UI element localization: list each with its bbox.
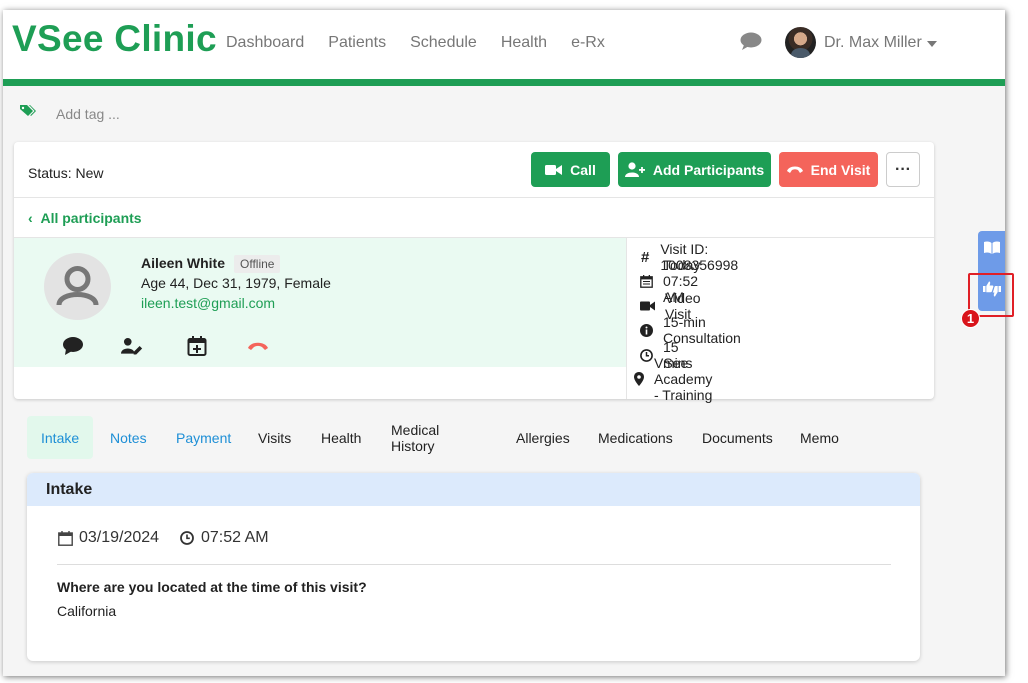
- nav-dashboard[interactable]: Dashboard: [226, 34, 304, 52]
- clock-icon: [640, 347, 653, 363]
- message-icon[interactable]: [62, 336, 84, 356]
- visit-location-row: VSee Academy - Training: [634, 355, 718, 403]
- end-visit-button[interactable]: End Visit: [779, 152, 878, 187]
- intake-question: Where are you located at the time of thi…: [57, 579, 367, 595]
- more-options-button[interactable]: ···: [886, 152, 920, 187]
- calendar-plus-icon[interactable]: [186, 336, 208, 356]
- intake-header: Intake: [27, 473, 920, 506]
- call-button-label: Call: [570, 161, 596, 178]
- tab-medications[interactable]: Medications: [584, 416, 687, 459]
- app-window: VSee Clinic Dashboard Patients Schedule …: [3, 10, 1005, 676]
- hash-icon: #: [640, 248, 650, 266]
- all-participants-link[interactable]: ‹ All participants: [28, 210, 142, 226]
- nav-patients[interactable]: Patients: [328, 34, 386, 52]
- add-participants-label: Add Participants: [652, 161, 765, 178]
- patient-avatar: [44, 253, 111, 320]
- tab-visits[interactable]: Visits: [244, 416, 305, 459]
- tags-icon: [20, 105, 36, 116]
- visit-type-row: Video Visit: [640, 290, 702, 322]
- nav-erx[interactable]: e-Rx: [571, 34, 605, 52]
- annotation-marker: 1: [961, 309, 980, 328]
- tab-notes[interactable]: Notes: [96, 416, 161, 459]
- user-menu-caret-icon[interactable]: [927, 41, 937, 47]
- tab-health[interactable]: Health: [307, 416, 375, 459]
- chat-icon[interactable]: [740, 32, 762, 50]
- book-icon[interactable]: [984, 241, 1000, 254]
- add-tag-input[interactable]: Add tag ...: [56, 106, 120, 122]
- user-name[interactable]: Dr. Max Miller: [824, 34, 922, 52]
- intake-card: Intake 03/19/2024 07:52 AM Where are you…: [27, 473, 920, 661]
- visit-card: Status: New Call Add Participants End Vi…: [14, 142, 934, 403]
- app-logo[interactable]: VSee Clinic: [12, 18, 217, 60]
- intake-answer: California: [57, 603, 117, 619]
- intake-title: Intake: [46, 481, 93, 498]
- hang-up-icon: [786, 166, 803, 173]
- clock-icon: [180, 531, 194, 545]
- tab-documents[interactable]: Documents: [688, 416, 787, 459]
- hang-up-patient-icon[interactable]: [247, 341, 269, 351]
- tab-payment[interactable]: Payment: [162, 416, 245, 459]
- tab-memo[interactable]: Memo: [786, 416, 853, 459]
- patient-demographics: Age 44, Dec 31, 1979, Female: [141, 275, 331, 291]
- visit-reason-row: 15-min Consultation: [640, 314, 744, 346]
- patient-name[interactable]: Aileen White: [141, 255, 225, 271]
- tab-allergies[interactable]: Allergies: [502, 416, 584, 459]
- add-participants-button[interactable]: Add Participants: [618, 152, 771, 187]
- call-button[interactable]: Call: [531, 152, 610, 187]
- visit-status: Status: New: [28, 165, 104, 181]
- divider: [57, 564, 891, 565]
- video-icon: [640, 298, 655, 314]
- intake-date: 03/19/2024: [79, 529, 160, 546]
- visit-time-row: Today 07:52 AM: [640, 257, 703, 305]
- divider: [14, 197, 934, 198]
- info-icon: [640, 322, 653, 338]
- all-participants-label: All participants: [40, 210, 142, 226]
- calendar-icon: [640, 273, 653, 289]
- header-accent-bar: [3, 79, 1005, 86]
- patient-status-badge: Offline: [234, 255, 281, 273]
- edit-user-icon[interactable]: [121, 336, 143, 356]
- divider: [626, 238, 627, 399]
- patient-panel: Aileen White Offline Age 44, Dec 31, 197…: [14, 238, 626, 367]
- patient-email[interactable]: ileen.test@gmail.com: [141, 295, 275, 311]
- visit-location: VSee Academy - Training: [654, 355, 713, 403]
- main-nav: Dashboard Patients Schedule Health e-Rx: [226, 34, 605, 52]
- location-icon: [634, 371, 644, 387]
- intake-time: 07:52 AM: [201, 529, 269, 546]
- calendar-icon: [58, 531, 73, 546]
- user-placeholder-icon: [56, 266, 99, 306]
- nav-schedule[interactable]: Schedule: [410, 34, 477, 52]
- tab-medical-history[interactable]: Medical History: [377, 416, 453, 459]
- nav-health[interactable]: Health: [501, 34, 547, 52]
- tab-intake[interactable]: Intake: [27, 416, 94, 459]
- add-user-icon: [624, 162, 645, 177]
- user-avatar[interactable]: [785, 27, 816, 58]
- more-icon: ···: [895, 160, 911, 178]
- video-camera-icon: [545, 164, 563, 175]
- top-header: VSee Clinic Dashboard Patients Schedule …: [3, 10, 1005, 79]
- end-visit-label: End Visit: [810, 161, 871, 178]
